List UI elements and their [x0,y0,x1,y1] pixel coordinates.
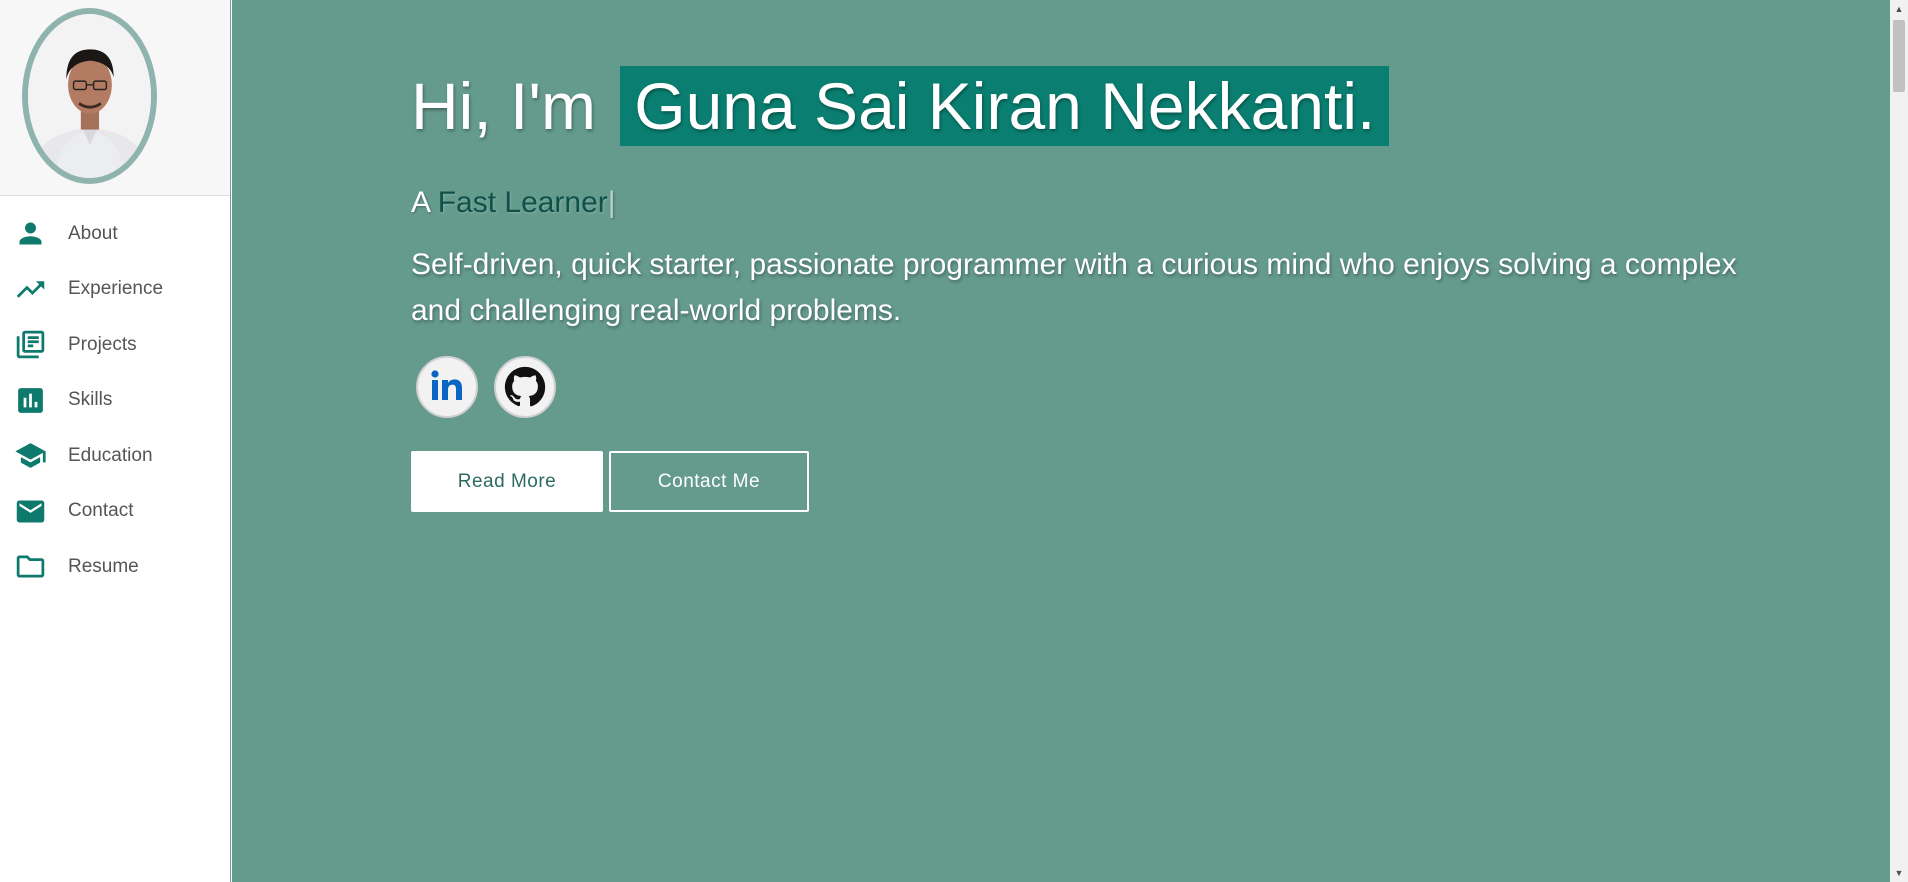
library-books-icon [14,328,47,361]
sidebar-item-label: Education [68,444,153,466]
scroll-up-arrow-icon[interactable]: ▲ [1890,0,1908,18]
sidebar-item-projects[interactable]: Projects [0,317,230,373]
sidebar: About Experience Projects Skills Educati… [0,0,231,882]
sidebar-nav: About Experience Projects Skills Educati… [0,196,230,595]
read-more-button[interactable]: Read More [411,451,603,512]
sidebar-item-experience[interactable]: Experience [0,262,230,318]
hero-headline: Hi, I'm Guna Sai Kiran Nekkanti. [411,66,1791,146]
sidebar-item-education[interactable]: Education [0,428,230,484]
contact-me-button[interactable]: Contact Me [609,451,809,512]
sidebar-item-label: Skills [68,389,113,411]
folder-icon [14,550,47,583]
hero-section: Hi, I'm Guna Sai Kiran Nekkanti. A Fast … [232,0,1890,882]
sidebar-item-label: Contact [68,500,134,522]
github-icon [504,366,546,407]
tagline: A Fast Learner| [411,186,1791,220]
social-links [416,356,1791,418]
scroll-thumb[interactable] [1893,20,1905,92]
sidebar-item-label: Projects [68,333,137,355]
greeting-text: Hi, I'm [411,69,596,143]
linkedin-link[interactable] [416,356,478,418]
bar-chart-icon [14,384,47,417]
sidebar-item-label: About [68,222,118,244]
profile-photo [28,14,151,178]
scrollbar[interactable]: ▲ ▼ [1890,0,1908,882]
school-icon [14,439,47,472]
github-link[interactable] [494,356,556,418]
avatar [22,8,157,184]
sidebar-item-about[interactable]: About [0,206,230,262]
sidebar-item-label: Experience [68,278,164,300]
hero-content: Hi, I'm Guna Sai Kiran Nekkanti. A Fast … [411,66,1791,512]
scroll-down-arrow-icon[interactable]: ▼ [1890,864,1908,882]
person-icon [14,217,47,250]
typed-text: Fast Learner [437,186,608,219]
mail-icon [14,495,47,528]
sidebar-item-contact[interactable]: Contact [0,484,230,540]
hero-buttons: Read More Contact Me [411,451,1791,512]
name-highlight: Guna Sai Kiran Nekkanti. [620,66,1390,146]
sidebar-item-resume[interactable]: Resume [0,539,230,595]
typing-cursor: | [607,186,616,219]
profile-header [0,0,230,196]
linkedin-icon [431,370,462,400]
bio-text: Self-driven, quick starter, passionate p… [411,248,1737,327]
sidebar-item-label: Resume [68,555,139,577]
trending-up-icon [14,273,47,306]
sidebar-item-skills[interactable]: Skills [0,373,230,429]
tagline-prefix: A [411,186,430,219]
